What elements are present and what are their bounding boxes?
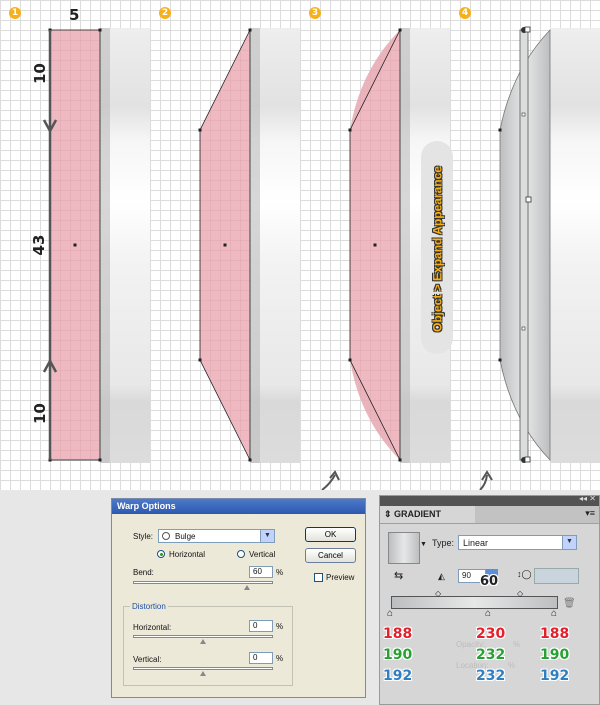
horizontal-distortion-label: Horizontal:: [133, 623, 172, 632]
bend-percent: %: [276, 568, 284, 577]
midpoint-diamond-right[interactable]: ◇: [517, 589, 523, 598]
bend-slider[interactable]: [133, 581, 273, 584]
horizontal-distortion-input[interactable]: 0: [249, 620, 273, 632]
vertical-distortion-percent: %: [276, 654, 284, 663]
bend-label: Bend:: [133, 568, 154, 577]
expanded-metal-shape: [498, 26, 551, 463]
arrow-to-warp-dialog: [321, 474, 336, 490]
expand-appearance-callout: Object > Expand Appearance: [421, 141, 453, 354]
distortion-label: Distortion: [130, 602, 168, 611]
color-stop-left[interactable]: ⌂: [387, 608, 393, 619]
horizontal-distortion-percent: %: [276, 622, 284, 631]
stop2-blue: 232: [476, 668, 506, 684]
opacity-percent: %: [513, 640, 521, 649]
menu-command-text: Object > Expand Appearance: [430, 166, 445, 332]
vertical-distortion-input[interactable]: 0: [249, 652, 273, 664]
dimension-label-lower: 10: [31, 403, 49, 424]
gradient-swatch[interactable]: [388, 532, 420, 564]
radio-horizontal[interactable]: [157, 550, 165, 558]
reverse-gradient-icon[interactable]: ⇆: [394, 569, 403, 582]
location-percent: %: [508, 661, 516, 670]
stop3-red: 188: [540, 626, 570, 642]
style-value: Bulge: [175, 532, 196, 541]
horizontal-distortion-thumb[interactable]: [200, 639, 206, 644]
background-band-1: [100, 28, 150, 463]
dialog-title: Warp Options: [112, 499, 365, 514]
close-icon[interactable]: ✕: [589, 494, 596, 503]
panel-tabrow: ⇕ GRADIENT ▾≡: [380, 506, 599, 524]
background-band-2: [250, 28, 300, 463]
trash-icon[interactable]: 🗑: [563, 598, 576, 609]
gradient-slider[interactable]: [391, 596, 558, 609]
horizontal-distortion-slider[interactable]: [133, 635, 273, 638]
warp-options-dialog: Warp Options Style: Bulge ▼ Horizontal V…: [111, 498, 366, 698]
type-select[interactable]: Linear ▼: [458, 535, 577, 550]
panel-topbar: ◂◂ ✕: [380, 494, 599, 506]
preview-checkbox[interactable]: [314, 573, 323, 582]
vertical-distortion-slider[interactable]: [133, 667, 273, 670]
artwork: [42, 26, 600, 490]
angle-callout: 60: [480, 574, 499, 589]
color-stop-middle[interactable]: ⌂: [485, 608, 491, 619]
stop3-blue: 192: [540, 668, 570, 684]
chevron-down-icon: ▼: [260, 530, 274, 542]
aspect-input[interactable]: [534, 568, 579, 584]
warped-shape: [348, 28, 402, 462]
swatch-dropdown-icon[interactable]: ▼: [420, 541, 427, 548]
ok-button[interactable]: OK: [305, 527, 356, 542]
collapse-icon[interactable]: ◂◂: [579, 494, 587, 503]
stop3-green: 190: [540, 647, 570, 663]
distortion-group: [123, 606, 293, 686]
dimension-label-upper: 10: [31, 63, 49, 84]
trapezoid-shape: [198, 28, 252, 462]
dimension-label-middle: 43: [30, 234, 48, 256]
preview-label: Preview: [326, 573, 355, 582]
radio-vertical-label: Vertical: [249, 550, 276, 559]
pink-rectangle: [48, 28, 102, 462]
stop1-red: 188: [383, 626, 413, 642]
dimension-label-top: 5: [69, 6, 80, 24]
stop1-blue: 192: [383, 668, 413, 684]
gradient-panel: ◂◂ ✕ ⇕ GRADIENT ▾≡ ▼ Type: Linear ▼ ⇆ ◭ …: [379, 494, 600, 705]
midpoint-diamond-left[interactable]: ◇: [435, 589, 441, 598]
stop2-red: 230: [476, 626, 506, 642]
panel-menu-icon[interactable]: ▾≡: [585, 508, 595, 519]
type-label: Type:: [432, 538, 455, 548]
radio-horizontal-label: Horizontal: [169, 550, 206, 559]
angle-icon: ◭: [438, 571, 445, 581]
radio-vertical[interactable]: [237, 550, 245, 558]
cancel-button[interactable]: Cancel: [305, 548, 356, 563]
style-label: Style:: [133, 532, 154, 541]
color-stop-right[interactable]: ⌂: [551, 608, 557, 619]
style-select[interactable]: Bulge ▼: [158, 529, 275, 543]
aspect-ratio-icon: ↕◯: [517, 569, 532, 579]
vertical-distortion-thumb[interactable]: [200, 671, 206, 676]
tab-gradient[interactable]: ⇕ GRADIENT: [380, 506, 475, 523]
bulge-icon: [162, 532, 170, 540]
stop1-green: 190: [383, 647, 413, 663]
tab-gradient-label: GRADIENT: [394, 509, 442, 519]
vertical-distortion-label: Vertical:: [133, 655, 162, 664]
stop2-green: 232: [476, 647, 506, 663]
bend-input[interactable]: 60: [249, 566, 273, 578]
chevron-down-icon: ▼: [562, 536, 576, 549]
background-band-4: [550, 28, 600, 463]
type-value: Linear: [463, 538, 489, 548]
bend-slider-thumb[interactable]: [244, 585, 250, 590]
